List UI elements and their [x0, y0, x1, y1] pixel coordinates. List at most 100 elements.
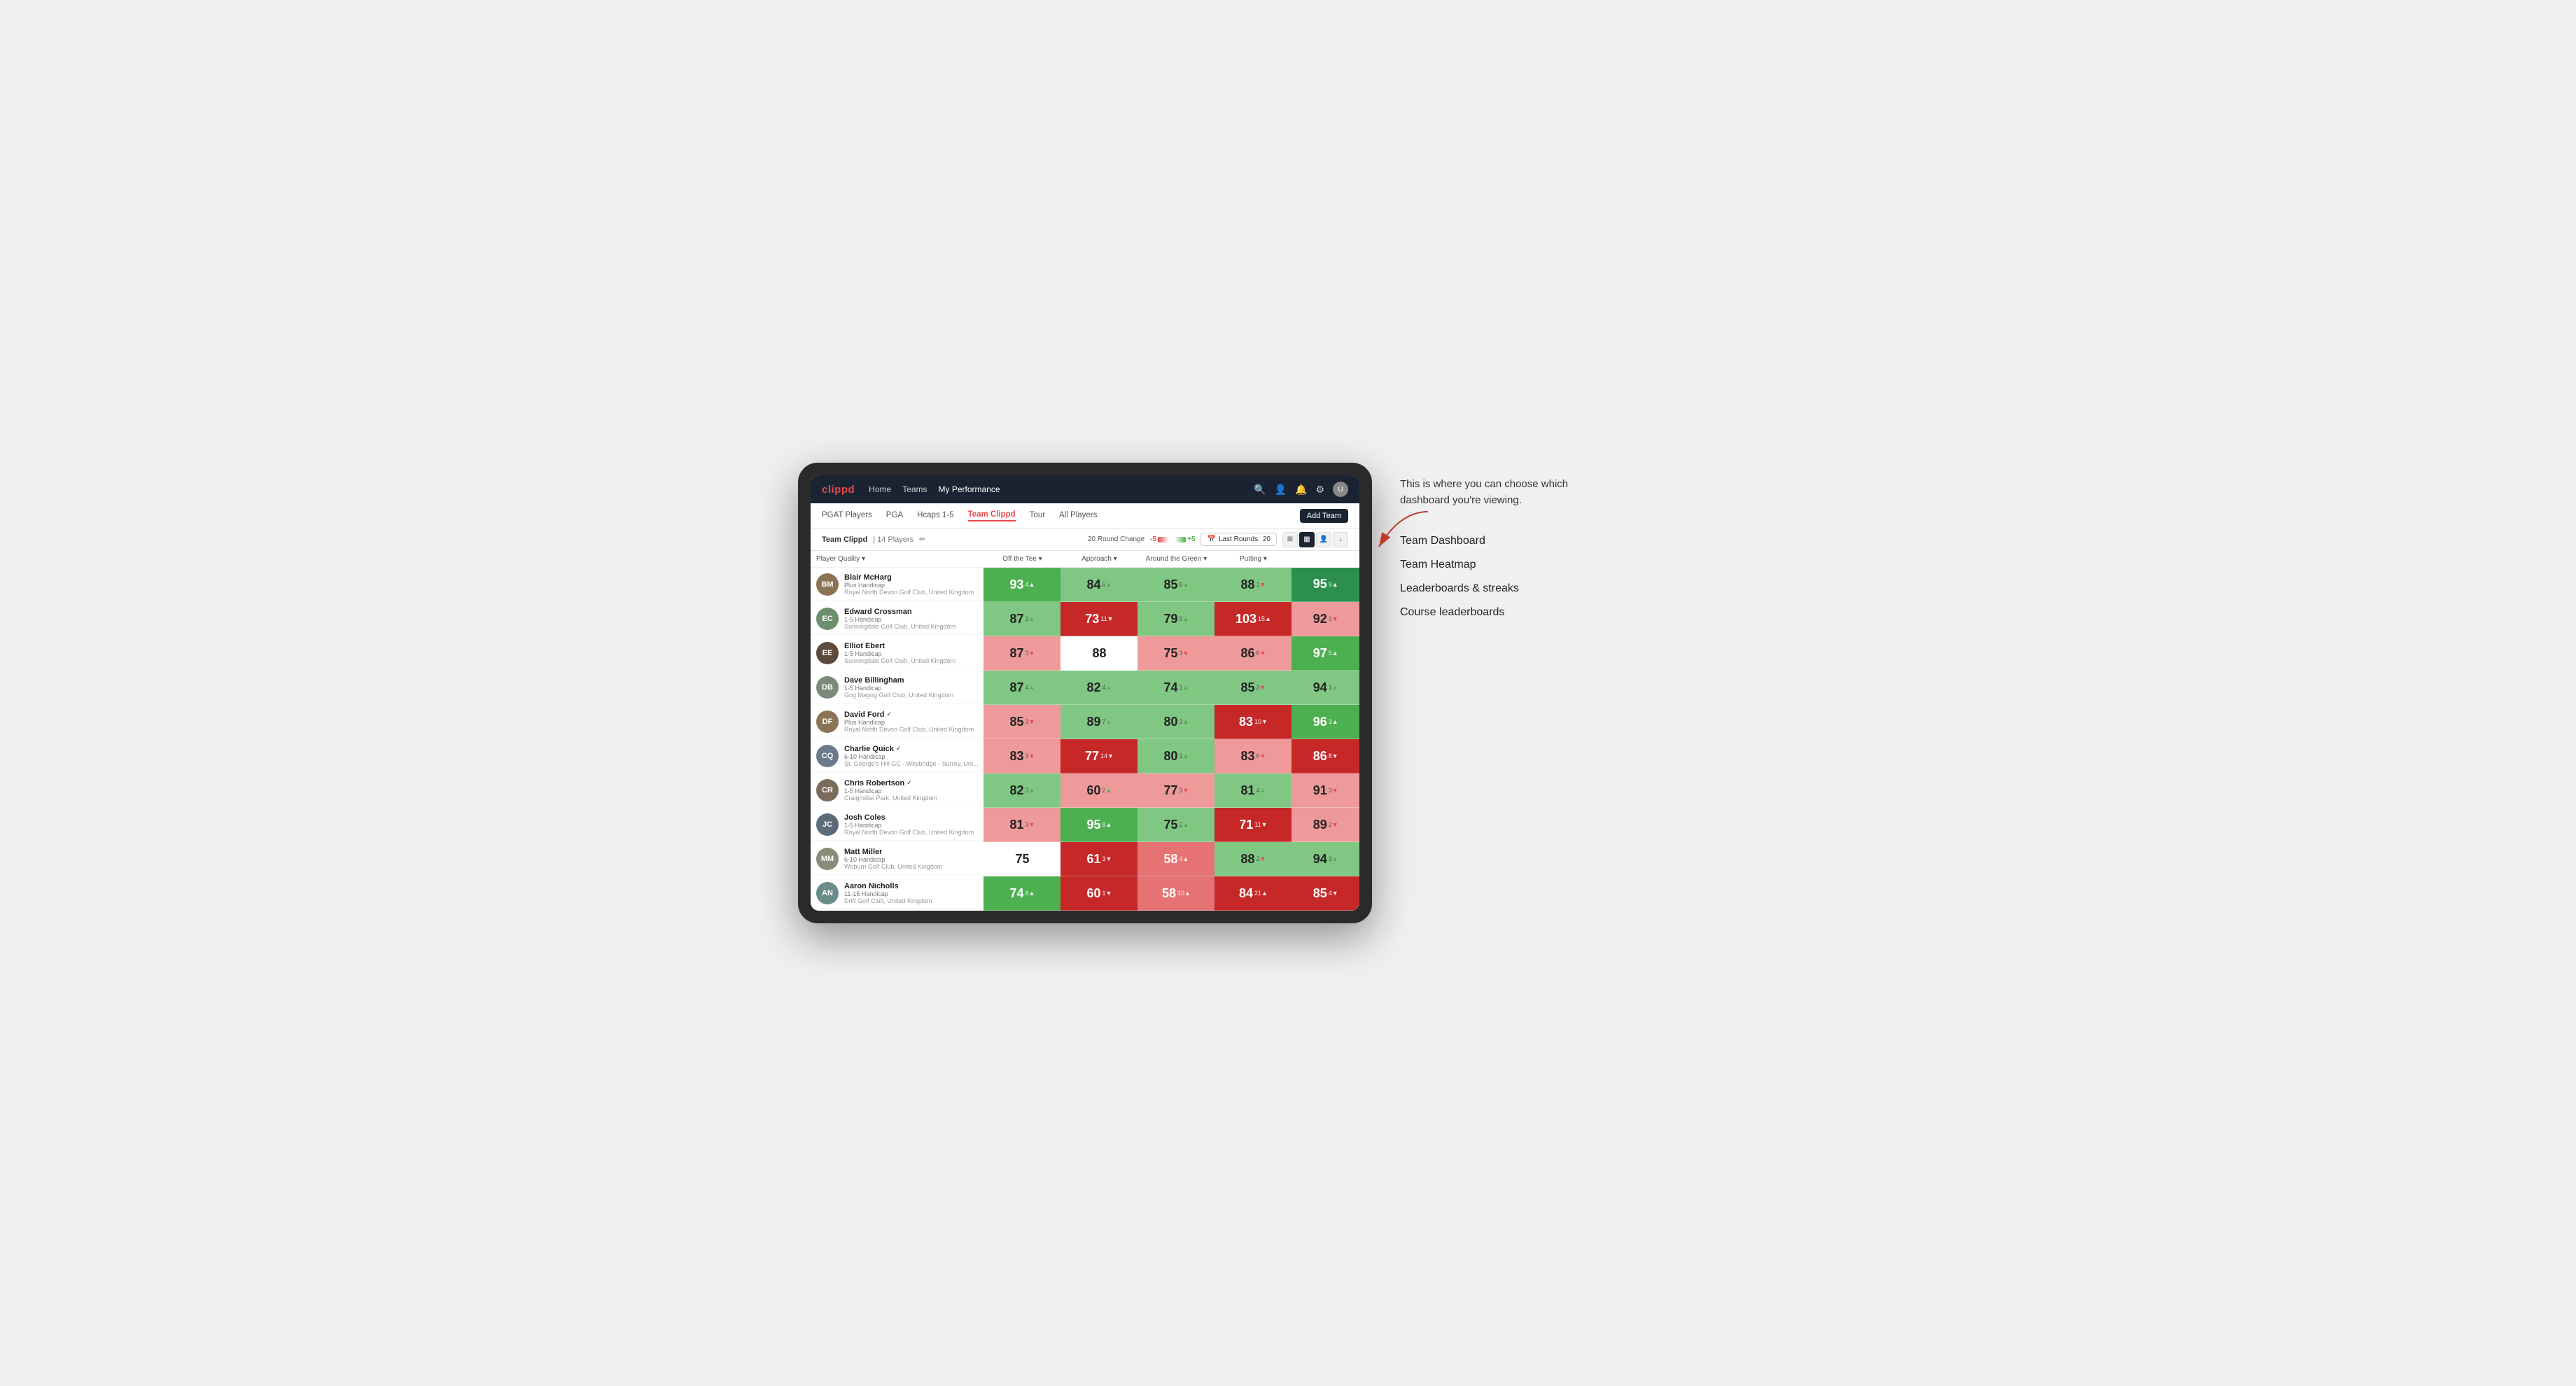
score-cell-8-3: 882▼ [1214, 842, 1292, 876]
arrow-down-icon: ▼ [1261, 821, 1268, 828]
score-number: 81 [1009, 818, 1023, 832]
table-row[interactable]: ANAaron Nicholls11-15 HandicapDrift Golf… [811, 876, 1359, 911]
score-change: 9▲ [1329, 581, 1338, 588]
table-row[interactable]: EEElliot Ebert1-5 HandicapSunningdale Go… [811, 636, 1359, 671]
score-change: 3▼ [1026, 650, 1035, 657]
score-change: 8▲ [1180, 581, 1189, 588]
score-cell-7-4: 892▼ [1292, 808, 1359, 842]
table-row[interactable]: JCJosh Coles1-5 HandicapRoyal North Devo… [811, 808, 1359, 842]
change-value: 10 [1254, 718, 1261, 725]
score-number: 88 [1240, 578, 1254, 592]
bell-icon[interactable]: 🔔 [1295, 484, 1307, 496]
arrow-up-icon: ▲ [1332, 650, 1338, 657]
player-handicap: 6-10 Handicap [844, 753, 978, 760]
score-number: 73 [1085, 612, 1099, 626]
score-change: 11▼ [1100, 615, 1113, 622]
subnav-all-players[interactable]: All Players [1059, 511, 1097, 521]
subnav-tour[interactable]: Tour [1030, 511, 1045, 521]
arrow-down-icon: ▼ [1029, 718, 1035, 725]
table-row[interactable]: MMMatt Miller6-10 HandicapWoburn Golf Cl… [811, 842, 1359, 876]
score-number: 75 [1163, 646, 1177, 661]
avatar: AN [816, 882, 839, 904]
player-club: Sunningdale Golf Club, United Kingdom [844, 657, 978, 664]
player-club: Woburn Golf Club, United Kingdom [844, 863, 978, 870]
score-change: 3▼ [1026, 718, 1035, 725]
score-cell-8-4: 943▲ [1292, 842, 1359, 876]
edit-icon[interactable]: ✏ [919, 535, 925, 544]
score-cell-0-3: 881▼ [1214, 568, 1292, 602]
score-cell-1-4: 923▼ [1292, 602, 1359, 636]
table-row[interactable]: CQCharlie Quick✓6-10 HandicapSt. George'… [811, 739, 1359, 774]
view-grid-button[interactable]: ⊞ [1282, 532, 1298, 547]
score-number: 89 [1086, 715, 1100, 729]
sub-nav-right: Add Team [1300, 509, 1348, 523]
avatar: JC [816, 813, 839, 836]
player-handicap: 11-15 Handicap [844, 890, 978, 897]
score-number: 97 [1313, 646, 1327, 661]
score-change: 3▼ [1180, 650, 1189, 657]
change-value: 11 [1254, 821, 1261, 828]
subnav-pgat[interactable]: PGAT Players [822, 511, 872, 521]
score-cell-7-3: 7111▼ [1214, 808, 1292, 842]
change-value: 11 [1100, 615, 1107, 622]
player-handicap: 1-5 Handicap [844, 788, 978, 794]
team-name: Team Clippd [822, 536, 867, 544]
score-change: 3▼ [1256, 684, 1266, 691]
player-cell-6: CRChris Robertson✓1-5 HandicapCraigmilla… [811, 774, 983, 808]
table-row[interactable]: DBDave Billingham1-5 HandicapGog Magog G… [811, 671, 1359, 705]
subnav-hcaps[interactable]: Hcaps 1-5 [917, 511, 953, 521]
nav-my-performance[interactable]: My Performance [939, 484, 1000, 494]
player-club: Craigmillar Park, United Kingdom [844, 794, 978, 802]
score-number: 82 [1086, 680, 1100, 695]
arrow-up-icon: ▲ [1106, 718, 1112, 725]
search-icon[interactable]: 🔍 [1254, 484, 1266, 496]
nav-home[interactable]: Home [869, 484, 891, 494]
player-handicap: 1-5 Handicap [844, 650, 978, 657]
table-row[interactable]: BMBlair McHargPlus HandicapRoyal North D… [811, 568, 1359, 602]
arrow-up-icon: ▲ [1183, 821, 1189, 828]
subnav-pga[interactable]: PGA [886, 511, 903, 521]
sub-nav: PGAT Players PGA Hcaps 1-5 Team Clippd T… [811, 503, 1359, 528]
score-change: 4▲ [1180, 855, 1189, 862]
score-change: 15▲ [1258, 615, 1271, 622]
change-value: 10 [1177, 890, 1184, 897]
score-change: 4▼ [1329, 890, 1338, 897]
score-change: 4▲ [1026, 581, 1035, 588]
annotation-area: This is where you can choose which dashb… [1400, 463, 1778, 624]
nav-links: Home Teams My Performance [869, 484, 1000, 494]
arrow-up-icon: ▲ [1029, 615, 1035, 622]
avatar[interactable]: U [1333, 482, 1348, 497]
nav-teams[interactable]: Teams [902, 484, 927, 494]
score-cell-0-1: 846▲ [1060, 568, 1138, 602]
add-team-button[interactable]: Add Team [1300, 509, 1348, 523]
last-rounds-icon: 📅 [1207, 536, 1215, 543]
score-cell-5-3: 836▼ [1214, 739, 1292, 774]
user-icon[interactable]: 👤 [1275, 484, 1287, 496]
main-content: Player Quality ▾ Off the Tee ▾ Approach … [811, 551, 1359, 911]
arrow-up-icon: ▲ [1106, 787, 1112, 794]
score-cell-4-1: 897▲ [1060, 705, 1138, 739]
arrow-down-icon: ▼ [1029, 821, 1035, 828]
arrow-up-icon: ▲ [1261, 890, 1268, 897]
arrow-down-icon: ▼ [1107, 615, 1114, 622]
annotation-item-1: Team Heatmap [1400, 553, 1778, 577]
arrow-down-icon: ▼ [1260, 855, 1266, 862]
view-heatmap-button[interactable]: ▦ [1299, 532, 1315, 547]
score-number: 80 [1163, 749, 1177, 764]
score-number: 81 [1240, 783, 1254, 798]
score-cell-0-2: 858▲ [1138, 568, 1214, 602]
view-person-button[interactable]: 👤 [1316, 532, 1331, 547]
last-rounds-button[interactable]: 📅 Last Rounds: 20 [1200, 533, 1277, 546]
view-download-button[interactable]: ↓ [1333, 532, 1348, 547]
score-cell-5-0: 833▼ [983, 739, 1060, 774]
table-row[interactable]: DFDavid Ford✓Plus HandicapRoyal North De… [811, 705, 1359, 739]
arrow-down-icon: ▼ [1029, 752, 1035, 760]
subnav-team-clippd[interactable]: Team Clippd [968, 510, 1016, 522]
settings-icon[interactable]: ⚙ [1315, 484, 1324, 496]
table-row[interactable]: ECEdward Crossman1-5 HandicapSunningdale… [811, 602, 1359, 636]
score-cell-4-3: 8310▼ [1214, 705, 1292, 739]
player-cell-5: CQCharlie Quick✓6-10 HandicapSt. George'… [811, 739, 983, 774]
player-name: Charlie Quick [844, 745, 894, 753]
col-off-tee: Off the Tee ▾ [983, 551, 1060, 568]
table-row[interactable]: CRChris Robertson✓1-5 HandicapCraigmilla… [811, 774, 1359, 808]
